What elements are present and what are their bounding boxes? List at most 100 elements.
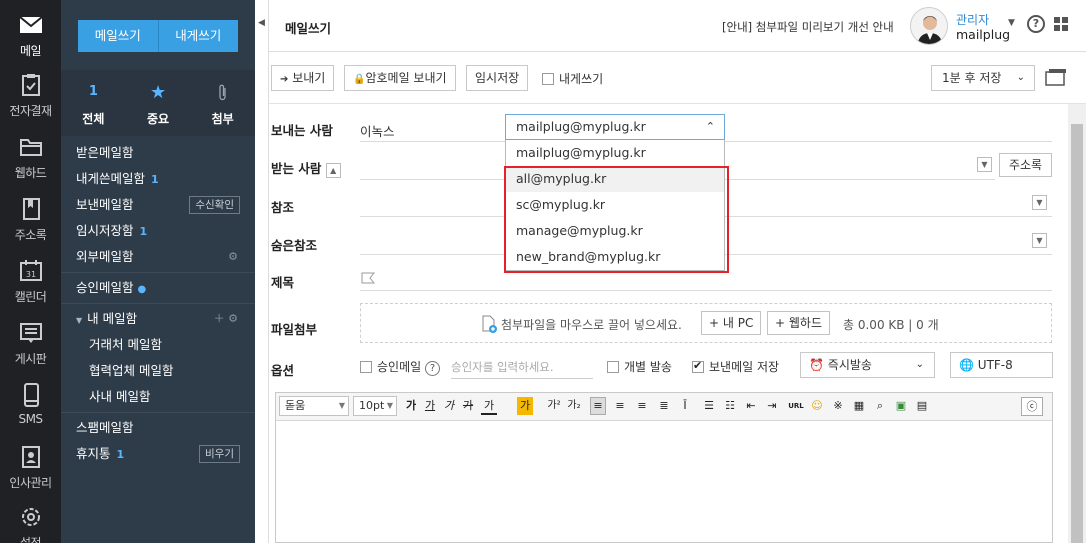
sender-option[interactable]: all@myplug.kr xyxy=(506,166,724,192)
template-icon[interactable]: ▤ xyxy=(914,397,930,415)
outdent-icon[interactable]: ⇤ xyxy=(743,397,759,415)
encoding-select[interactable]: 🌐 UTF-8 xyxy=(950,352,1053,378)
link-url-icon[interactable]: URL xyxy=(788,397,804,415)
italic-icon[interactable]: 가 xyxy=(441,397,457,415)
autosave-select[interactable]: 1분 후 저장 ⌄ xyxy=(931,65,1035,91)
mailbox-approval[interactable]: 승인메일함 ● xyxy=(61,275,255,301)
highlight-color-icon[interactable]: 가 xyxy=(517,397,533,415)
mailbox-external[interactable]: 외부메일함 ⚙ xyxy=(61,244,255,270)
save-sent-toggle[interactable]: 보낸메일 저장 xyxy=(692,358,779,375)
mailbox-to-self[interactable]: 내게쓴메일함 1 xyxy=(61,166,255,192)
chevron-up-icon[interactable]: ▲ xyxy=(325,163,341,178)
flag-icon[interactable] xyxy=(361,272,375,284)
user-menu-caret-icon[interactable]: ▼ xyxy=(1008,18,1015,28)
page-scrollbar[interactable] xyxy=(1068,104,1086,543)
mailbox-sent[interactable]: 보낸메일함 수신확인 xyxy=(61,192,255,218)
mail-editor[interactable]: 돋움 ▼ 10pt ▼ 가 가 가 가 가 가 가² 가₂ ≡ ≡ ≡ ≣ Ī ☰ … xyxy=(275,392,1053,543)
chevron-down-icon[interactable]: ▼ xyxy=(1032,233,1047,248)
sender-option[interactable]: manage@myplug.kr xyxy=(506,218,724,244)
save-sent-checkbox[interactable] xyxy=(692,359,704,373)
mailbox-trash[interactable]: 휴지통 1 비우기 xyxy=(61,441,255,467)
notice-link[interactable]: [안내] 첨부파일 미리보기 개선 안내 xyxy=(722,19,894,35)
attach-dropzone[interactable]: 첨부파일을 마우스로 끌어 넣으세요. + 내 PC + 웹하드 총 0.00 … xyxy=(360,303,1052,343)
rail-item-calendar[interactable]: 31 캘린더 xyxy=(0,246,61,306)
subscript-icon[interactable]: 가₂ xyxy=(566,397,582,415)
mailbox-drafts[interactable]: 임시저장함 1 xyxy=(61,218,255,244)
to-self-checkbox[interactable] xyxy=(542,73,554,85)
mailbox-my-folder[interactable]: ▼ 내 메일함 ＋ ⚙ xyxy=(61,306,255,332)
address-book-button[interactable]: 주소록 xyxy=(999,153,1052,177)
rail-item-mail[interactable]: 메일 xyxy=(0,0,61,60)
app-grid-icon[interactable] xyxy=(1054,17,1068,31)
to-self-button[interactable]: 내게쓰기 xyxy=(157,20,238,52)
align-justify-icon[interactable]: ≣ xyxy=(656,397,672,415)
send-timing-select[interactable]: ⏰ 즉시발송 ⌄ xyxy=(800,352,935,378)
rail-item-settings[interactable]: 설정 xyxy=(0,492,61,543)
quick-all[interactable]: 1 전체 xyxy=(61,70,126,136)
sender-option[interactable]: sc@myplug.kr xyxy=(506,192,724,218)
image-icon[interactable]: ▣ xyxy=(893,397,909,415)
underline-icon[interactable]: 가 xyxy=(422,397,438,415)
quick-important[interactable]: ★ 중요 xyxy=(126,70,191,136)
approval-checkbox[interactable] xyxy=(360,361,372,373)
webhard-button[interactable]: + 웹하드 xyxy=(767,311,831,335)
quick-attachment[interactable]: 첨부 xyxy=(190,70,255,136)
my-pc-button[interactable]: + 내 PC xyxy=(701,311,762,335)
emoticon-icon[interactable]: ☺ xyxy=(809,397,825,415)
bold-icon[interactable]: 가 xyxy=(403,397,419,415)
empty-trash-button[interactable]: 비우기 xyxy=(199,445,240,463)
ordered-list-icon[interactable]: ☰ xyxy=(701,397,717,415)
mailbox-sub-3[interactable]: 사내 메일함 xyxy=(61,384,255,410)
line-height-icon[interactable]: Ī xyxy=(677,397,693,415)
sender-option[interactable]: new_brand@myplug.kr xyxy=(506,244,724,270)
rail-item-webhard[interactable]: 웹하드 xyxy=(0,122,61,182)
send-button[interactable]: ➔ 보내기 xyxy=(271,65,335,91)
align-center-icon[interactable]: ≡ xyxy=(612,397,628,415)
rail-item-board[interactable]: 게시판 xyxy=(0,308,61,368)
creative-commons-icon[interactable]: ⓒ xyxy=(1021,397,1043,416)
approval-toggle[interactable]: 승인메일 ? xyxy=(360,358,440,376)
save-draft-button[interactable]: 임시저장 xyxy=(466,65,529,91)
subject-input-line[interactable] xyxy=(360,290,1052,291)
add-gear-icons[interactable]: ＋ ⚙ xyxy=(214,306,238,332)
rail-item-addressbook[interactable]: 주소록 xyxy=(0,184,61,244)
align-right-icon[interactable]: ≡ xyxy=(634,397,650,415)
rail-item-approval[interactable]: 전자결재 xyxy=(0,60,61,120)
individual-send-toggle[interactable]: 개별 발송 xyxy=(607,358,672,375)
help-icon[interactable]: ? xyxy=(1027,15,1045,33)
help-icon[interactable]: ? xyxy=(425,361,440,376)
avatar[interactable] xyxy=(910,7,948,45)
align-left-icon[interactable]: ≡ xyxy=(590,397,606,415)
mailbox-spam[interactable]: 스팸메일함 xyxy=(61,415,255,441)
font-color-icon[interactable]: 가 xyxy=(481,397,497,415)
rail-item-sms[interactable]: SMS xyxy=(0,370,61,430)
indent-icon[interactable]: ⇥ xyxy=(764,397,780,415)
chevron-down-icon[interactable]: ▼ xyxy=(977,157,992,172)
mailbox-sub-1[interactable]: 거래처 메일함 xyxy=(61,332,255,358)
find-icon[interactable]: ⌕ xyxy=(872,397,888,415)
compose-button[interactable]: 메일쓰기 xyxy=(78,20,158,52)
chevron-down-icon[interactable]: ▼ xyxy=(1032,195,1047,210)
special-char-icon[interactable]: ※ xyxy=(830,397,846,415)
sender-option[interactable]: mailplug@myplug.kr xyxy=(506,140,724,166)
rail-item-hr[interactable]: 인사관리 xyxy=(0,432,61,492)
table-icon[interactable]: ▦ xyxy=(851,397,867,415)
triangle-down-icon[interactable]: ▼ xyxy=(76,316,82,325)
read-receipt-button[interactable]: 수신확인 xyxy=(189,196,240,214)
send-encrypted-button[interactable]: 🔒암호메일 보내기 xyxy=(344,65,456,91)
individual-send-checkbox[interactable] xyxy=(607,361,619,373)
popout-window-icon[interactable] xyxy=(1045,68,1067,86)
collapse-nav-handle[interactable]: ◀ xyxy=(255,0,269,543)
font-size-select[interactable]: 10pt ▼ xyxy=(353,396,397,416)
mailbox-inbox[interactable]: 받은메일함 xyxy=(61,140,255,166)
strikethrough-icon[interactable]: 가 xyxy=(460,397,476,415)
mailbox-sub-2[interactable]: 협력업체 메일함 xyxy=(61,358,255,384)
to-self-toggle[interactable]: 내게쓰기 xyxy=(542,70,603,87)
unordered-list-icon[interactable]: ☷ xyxy=(722,397,738,415)
approver-input[interactable]: 승인자를 입력하세요. xyxy=(451,357,593,379)
sender-address-select[interactable]: mailplug@myplug.kr ⌃ xyxy=(505,114,725,140)
font-family-select[interactable]: 돋움 ▼ xyxy=(279,396,349,416)
gear-icon[interactable]: ⚙ xyxy=(228,244,238,270)
scrollbar-thumb[interactable] xyxy=(1071,124,1083,543)
superscript-icon[interactable]: 가² xyxy=(546,397,562,415)
